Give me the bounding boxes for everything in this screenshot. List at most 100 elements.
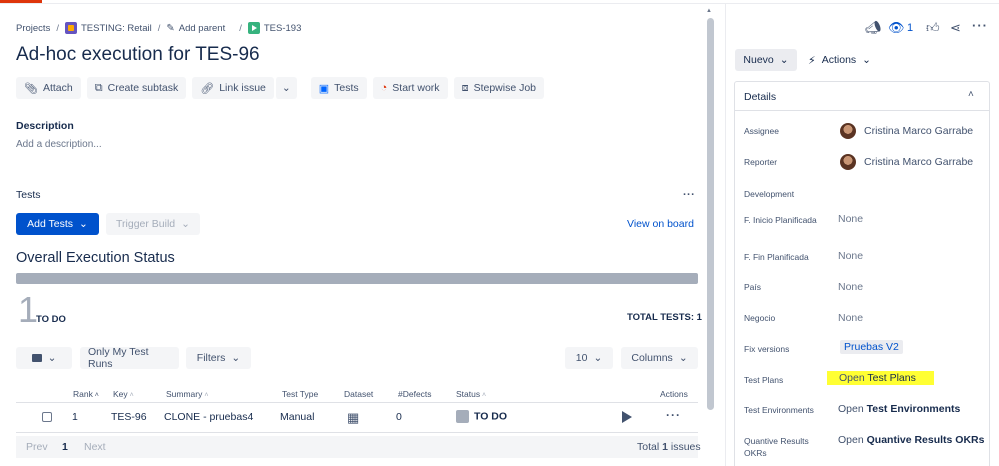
tests-more-menu[interactable]: ... bbox=[683, 186, 695, 198]
negocio-label: Negocio bbox=[744, 313, 776, 323]
reporter-label: Reporter bbox=[744, 157, 778, 167]
row-status: TO DO bbox=[456, 410, 507, 423]
test-plans-label: Test Plans bbox=[744, 375, 784, 385]
actions-dropdown[interactable]: ⚡︎ Actions ⌄ bbox=[808, 49, 871, 71]
breadcrumb-issue-key[interactable]: TES-193 bbox=[264, 23, 302, 34]
assignee-label: Assignee bbox=[744, 126, 779, 136]
column-header-key[interactable]: Key ˄ bbox=[113, 389, 134, 399]
row-checkbox[interactable] bbox=[42, 412, 52, 422]
pager-next[interactable]: Next bbox=[84, 441, 106, 453]
column-header-dataset[interactable]: Dataset bbox=[344, 389, 373, 399]
total-tests: TOTAL TESTS: 1 bbox=[627, 312, 702, 323]
assignee-value[interactable]: Cristina Marco Garrabe bbox=[840, 123, 973, 139]
timer-icon: ◔ bbox=[380, 82, 388, 94]
trigger-build-button[interactable]: Trigger Build ⌄ bbox=[106, 213, 200, 235]
tests-heading: Tests bbox=[16, 189, 41, 201]
table-divider bbox=[16, 432, 698, 433]
test-environments-label: Test Environments bbox=[744, 405, 814, 415]
negocio-value[interactable]: None bbox=[838, 312, 863, 324]
status-button[interactable]: Nuevo ⌄ bbox=[735, 49, 797, 71]
create-subtask-button[interactable]: ⧉ Create subtask bbox=[86, 77, 187, 99]
pencil-icon: ✎ bbox=[166, 22, 175, 34]
execution-progress-bar bbox=[16, 273, 698, 284]
pager-current-page[interactable]: 1 bbox=[62, 441, 68, 453]
row-defects: 0 bbox=[396, 411, 402, 423]
development-label: Development bbox=[744, 189, 795, 199]
reporter-value[interactable]: Cristina Marco Garrabe bbox=[840, 154, 973, 170]
page-title[interactable]: Ad-hoc execution for TES-96 bbox=[16, 44, 260, 66]
main-scrollbar-thumb[interactable] bbox=[707, 18, 714, 410]
table-divider bbox=[16, 402, 698, 403]
start-work-button[interactable]: ◔ Start work bbox=[372, 77, 448, 99]
top-divider bbox=[0, 3, 999, 4]
column-header-rank[interactable]: Rank ˄ bbox=[73, 389, 99, 399]
link-issue-button[interactable]: 🔗︎ Link issue bbox=[192, 77, 274, 99]
row-actions-menu[interactable]: ··· bbox=[666, 408, 681, 422]
pager-prev[interactable]: Prev bbox=[26, 441, 48, 453]
fix-versions-value[interactable]: Pruebas V2 bbox=[840, 340, 903, 354]
stepwise-job-button[interactable]: ⧈ Stepwise Job bbox=[453, 77, 545, 99]
breadcrumb-projects[interactable]: Projects bbox=[16, 23, 50, 34]
quantive-okrs-label: Quantive Results OKRs bbox=[744, 436, 809, 458]
breadcrumb-project[interactable]: TESTING: Retail bbox=[81, 23, 152, 34]
test-environments-value[interactable]: Open Test Environments bbox=[838, 403, 960, 415]
filters-label: Filters bbox=[196, 352, 226, 364]
add-parent-link[interactable]: Add parent bbox=[179, 23, 225, 34]
column-header-test-type[interactable]: Test Type bbox=[282, 389, 318, 399]
attach-button[interactable]: 📎︎ Attach bbox=[16, 77, 81, 99]
breadcrumb-separator: / bbox=[56, 22, 59, 34]
quantive-okrs-open: Open bbox=[838, 434, 864, 446]
paperclip-icon: 📎︎ bbox=[24, 82, 38, 95]
page-size-select[interactable]: 10 ⌄ bbox=[565, 347, 613, 369]
filters-dropdown[interactable]: Filters ⌄ bbox=[186, 347, 251, 369]
fin-planificada-label: F. Fin Planificada bbox=[744, 252, 809, 262]
overall-execution-title: Overall Execution Status bbox=[16, 250, 175, 266]
columns-label: Columns bbox=[631, 352, 673, 364]
row-test-type: Manual bbox=[280, 411, 315, 423]
inicio-planificada-value[interactable]: None bbox=[838, 213, 863, 225]
thumbs-up-icon[interactable]: 👍︎ bbox=[926, 20, 940, 36]
scroll-up-arrow[interactable]: ▲ bbox=[706, 8, 712, 14]
column-header-summary[interactable]: Summary ˄ bbox=[166, 389, 208, 399]
column-header-defects[interactable]: #Defects bbox=[398, 389, 432, 399]
quantive-okrs-label-line1: Quantive Results bbox=[744, 436, 809, 446]
quantive-okrs-name: Quantive Results OKRs bbox=[866, 434, 985, 446]
dataset-table-icon[interactable]: ▦ bbox=[347, 410, 359, 426]
assignee-name: Cristina Marco Garrabe bbox=[864, 124, 974, 137]
stepwise-job-label: Stepwise Job bbox=[473, 82, 537, 94]
attach-label: Attach bbox=[42, 82, 73, 94]
row-key-link[interactable]: TES-96 bbox=[111, 411, 147, 423]
chevron-up-icon[interactable]: ˄ bbox=[968, 89, 974, 100]
column-header-status[interactable]: Status ˄ bbox=[456, 389, 486, 399]
run-test-play-icon[interactable] bbox=[622, 411, 632, 423]
status-filter-dropdown[interactable]: ⌄ bbox=[16, 347, 72, 369]
fix-version-lozenge[interactable]: Pruebas V2 bbox=[840, 340, 903, 354]
test-plans-value[interactable]: Open Test Plans bbox=[827, 371, 935, 385]
add-tests-button[interactable]: Add Tests ⌄ bbox=[16, 213, 99, 235]
chevron-down-icon: ⌄ bbox=[593, 352, 603, 364]
watch-count: 1 bbox=[907, 22, 914, 34]
workflow-icon: ⧈ bbox=[461, 81, 469, 94]
only-my-test-runs-toggle[interactable]: Only My Test Runs bbox=[80, 346, 179, 370]
todo-label: TO DO bbox=[36, 314, 66, 325]
columns-dropdown[interactable]: Columns ⌄ bbox=[621, 347, 698, 369]
pais-value[interactable]: None bbox=[838, 281, 863, 293]
tests-label: Tests bbox=[334, 82, 359, 94]
only-my-test-runs-label: Only My Test Runs bbox=[88, 346, 149, 370]
fin-planificada-value[interactable]: None bbox=[838, 250, 863, 262]
breadcrumb-separator: / bbox=[157, 22, 161, 34]
share-icon[interactable]: ⋖ bbox=[950, 20, 961, 36]
quantive-okrs-value[interactable]: Open Quantive Results OKRs bbox=[838, 434, 984, 446]
view-on-board-link[interactable]: View on board bbox=[627, 218, 694, 230]
fix-versions-label: Fix versions bbox=[744, 344, 790, 354]
pager-total-suffix: issues bbox=[670, 441, 701, 453]
description-field[interactable]: Add a description... bbox=[16, 139, 102, 150]
megaphone-icon[interactable]: 📣︎ bbox=[865, 20, 882, 36]
more-options-icon[interactable]: ··· bbox=[972, 18, 988, 33]
tests-button[interactable]: ▣ Tests bbox=[310, 77, 367, 99]
watch-eye-icon[interactable]: 👁︎ bbox=[888, 20, 905, 36]
actions-label: Actions bbox=[821, 54, 857, 66]
page-size-value: 10 bbox=[575, 352, 588, 364]
test-plans-open: Open bbox=[839, 372, 865, 384]
link-issue-dropdown[interactable]: ⌄ bbox=[274, 77, 297, 99]
